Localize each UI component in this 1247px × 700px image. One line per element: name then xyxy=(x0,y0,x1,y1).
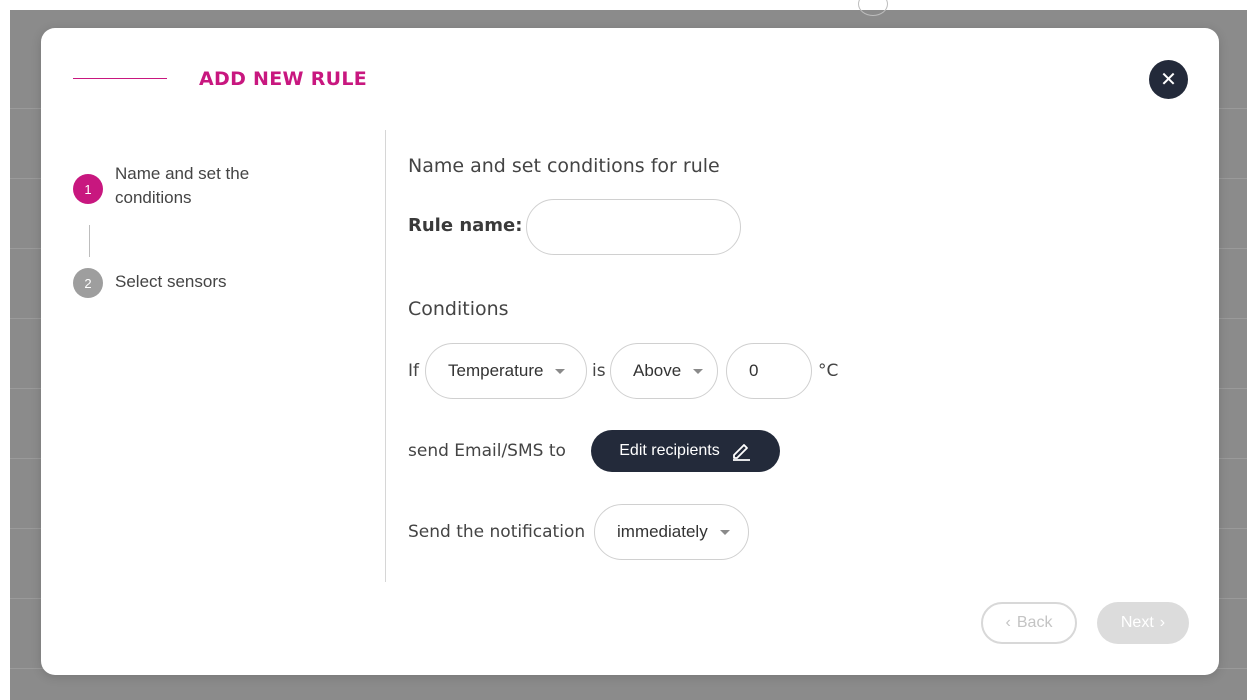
conditions-heading: Conditions xyxy=(408,298,509,320)
section-divider xyxy=(385,130,386,582)
metric-select-value: Temperature xyxy=(448,361,544,380)
step-number: 2 xyxy=(73,268,103,298)
chevron-down-icon xyxy=(555,368,566,374)
add-rule-modal: ADD NEW RULE ✕ 1 Name and set the condit… xyxy=(41,28,1219,675)
comparator-select-value: Above xyxy=(633,361,682,380)
chevron-down-icon xyxy=(719,529,730,535)
modal-title: ADD NEW RULE xyxy=(199,68,368,90)
step-1[interactable]: 1 Name and set the conditions xyxy=(73,162,285,210)
timing-select[interactable]: immediately xyxy=(594,504,749,560)
form-heading: Name and set conditions for rule xyxy=(408,155,720,177)
step-2[interactable]: 2 Select sensors xyxy=(73,268,227,298)
next-button[interactable]: Next › xyxy=(1097,602,1189,644)
pencil-icon xyxy=(732,444,750,461)
metric-select[interactable]: Temperature xyxy=(425,343,587,399)
rule-name-input[interactable] xyxy=(526,199,741,255)
comparator-select[interactable]: Above xyxy=(610,343,718,399)
chevron-down-icon xyxy=(693,368,704,374)
timing-select-value: immediately xyxy=(617,522,708,541)
notification-text: Send the notification xyxy=(408,522,586,542)
send-to-text: send Email/SMS to xyxy=(408,441,566,461)
if-text: If xyxy=(408,361,419,381)
step-connector xyxy=(89,225,90,257)
chevron-left-icon: ‹ xyxy=(1005,614,1011,631)
chevron-right-icon: › xyxy=(1159,614,1166,631)
threshold-input[interactable] xyxy=(726,343,812,399)
back-label: Back xyxy=(1016,614,1053,631)
step-label: Select sensors xyxy=(115,272,227,291)
close-icon: ✕ xyxy=(1160,69,1177,91)
step-number: 1 xyxy=(73,174,103,204)
is-text: is xyxy=(592,361,606,381)
close-button[interactable]: ✕ xyxy=(1149,60,1188,99)
back-button[interactable]: ‹ Back xyxy=(981,602,1077,644)
step-label: Name and set the conditions xyxy=(115,164,250,207)
rule-name-label: Rule name: xyxy=(408,215,523,236)
edit-recipients-button[interactable]: Edit recipients xyxy=(591,430,780,472)
next-label: Next xyxy=(1120,614,1154,631)
edit-recipients-label: Edit recipients xyxy=(619,442,720,459)
unit-label: °C xyxy=(818,361,839,381)
title-accent-line xyxy=(73,78,167,79)
